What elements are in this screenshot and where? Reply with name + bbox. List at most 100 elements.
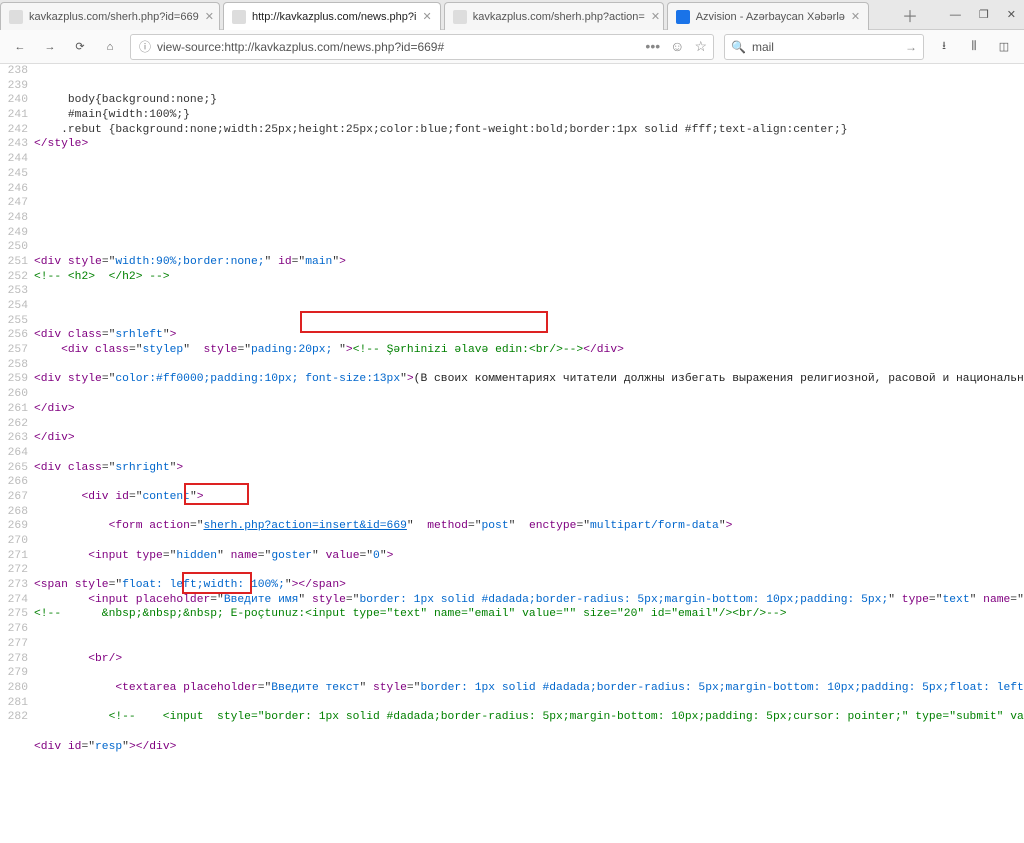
back-button[interactable]: ←: [6, 33, 34, 61]
home-button[interactable]: ⌂: [96, 33, 124, 61]
source-line[interactable]: #main{width:100%;}: [34, 108, 1016, 123]
url-bar[interactable]: ⓘ view-source:http://kavkazplus.com/news…: [130, 34, 714, 60]
forward-button[interactable]: →: [36, 33, 64, 61]
source-line[interactable]: .rebut {background:none;width:25px;heigh…: [34, 123, 1016, 138]
line-number: 268: [0, 505, 28, 520]
source-line[interactable]: [34, 211, 1016, 226]
search-bar[interactable]: 🔍 mail →: [724, 34, 924, 60]
downloads-button[interactable]: ⭳: [930, 33, 958, 61]
line-number: 274: [0, 593, 28, 608]
sidebar-button[interactable]: ◫: [990, 33, 1018, 61]
line-number: 252: [0, 270, 28, 285]
source-line[interactable]: [34, 182, 1016, 197]
source-line[interactable]: </style>: [34, 137, 1016, 152]
close-window-button[interactable]: ✕: [1007, 8, 1016, 21]
tab-label: kavkazplus.com/sherh.php?id=669: [29, 11, 199, 23]
search-go-icon[interactable]: →: [905, 40, 917, 54]
source-line[interactable]: <form action="sherh.php?action=insert&id…: [34, 519, 1016, 534]
browser-tab[interactable]: http://kavkazplus.com/news.php?i✕: [223, 2, 441, 30]
browser-tab[interactable]: kavkazplus.com/sherh.php?action=✕: [444, 2, 664, 30]
source-line[interactable]: <div class="srhleft">: [34, 328, 1016, 343]
source-line[interactable]: <input placeholder="Введите имя" style="…: [34, 593, 1016, 608]
library-button[interactable]: ⫼: [960, 33, 988, 61]
source-line[interactable]: [34, 696, 1016, 711]
source-line[interactable]: <div style="width:90%;border:none;" id="…: [34, 255, 1016, 270]
line-number: 256: [0, 328, 28, 343]
browser-tab[interactable]: Azvision - Azərbaycan Xəbərlə✕: [667, 2, 869, 30]
favicon-icon: [676, 10, 690, 24]
source-line[interactable]: [34, 446, 1016, 461]
bookmark-star-icon[interactable]: ☆: [694, 38, 707, 55]
browser-tab[interactable]: kavkazplus.com/sherh.php?id=669✕: [0, 2, 220, 30]
source-line[interactable]: body{background:none;}: [34, 93, 1016, 108]
reader-mode-icon[interactable]: ☺: [670, 38, 684, 55]
line-number: 273: [0, 578, 28, 593]
new-tab-button[interactable]: ＋: [896, 0, 924, 29]
source-line[interactable]: [34, 475, 1016, 490]
source-line[interactable]: [34, 167, 1016, 182]
tab-close-icon[interactable]: ✕: [845, 10, 860, 23]
source-line[interactable]: <!-- <input style="border: 1px solid #da…: [34, 710, 1016, 725]
source-line[interactable]: [34, 725, 1016, 740]
source-line[interactable]: [34, 358, 1016, 373]
source-line[interactable]: </div>: [34, 402, 1016, 417]
source-line[interactable]: <!-- &nbsp;&nbsp;&nbsp; E-poçtunuz:<inpu…: [34, 607, 1016, 622]
line-number: 271: [0, 549, 28, 564]
line-number: 281: [0, 696, 28, 711]
line-number: 261: [0, 402, 28, 417]
line-number: 243: [0, 137, 28, 152]
source-line[interactable]: [34, 505, 1016, 520]
view-source-pane[interactable]: 2382392402412422432442452462472482492502…: [0, 64, 1024, 843]
source-line[interactable]: </div>: [34, 431, 1016, 446]
source-line[interactable]: <div class="stylep" style="pading:20px; …: [34, 343, 1016, 358]
line-number: 276: [0, 622, 28, 637]
source-line[interactable]: <div style="color:#ff0000;padding:10px; …: [34, 372, 1016, 387]
source-line[interactable]: [34, 196, 1016, 211]
line-number: 259: [0, 372, 28, 387]
line-number: 267: [0, 490, 28, 505]
line-number: 254: [0, 299, 28, 314]
source-line[interactable]: <div class="srhright">: [34, 461, 1016, 476]
line-number: 262: [0, 417, 28, 432]
source-line[interactable]: <div id="resp"></div>: [34, 740, 1016, 755]
source-line[interactable]: [34, 284, 1016, 299]
source-line[interactable]: [34, 417, 1016, 432]
source-line[interactable]: <div id="content">: [34, 490, 1016, 505]
line-number: 278: [0, 652, 28, 667]
maximize-button[interactable]: ❐: [979, 8, 989, 21]
source-line[interactable]: [34, 226, 1016, 241]
line-number: 279: [0, 666, 28, 681]
line-number: 251: [0, 255, 28, 270]
source-line[interactable]: [34, 622, 1016, 637]
minimize-button[interactable]: —: [950, 9, 961, 21]
source-line[interactable]: <input type="hidden" name="goster" value…: [34, 549, 1016, 564]
tab-close-icon[interactable]: ✕: [645, 10, 660, 23]
source-line[interactable]: [34, 314, 1016, 329]
source-line[interactable]: [34, 534, 1016, 549]
page-actions-icon[interactable]: •••: [645, 38, 660, 55]
site-info-icon[interactable]: ⓘ: [137, 38, 153, 55]
tab-close-icon[interactable]: ✕: [199, 10, 214, 23]
reload-button[interactable]: ⟳: [66, 33, 94, 61]
line-number: 282: [0, 710, 28, 725]
line-number: 257: [0, 343, 28, 358]
source-line[interactable]: [34, 637, 1016, 652]
window-controls: — ❐ ✕: [924, 0, 1024, 29]
source-line[interactable]: [34, 152, 1016, 167]
source-code-area[interactable]: body{background:none;} #main{width:100%;…: [34, 64, 1024, 843]
source-line[interactable]: [34, 666, 1016, 681]
line-number: 241: [0, 108, 28, 123]
source-line[interactable]: [34, 299, 1016, 314]
source-line[interactable]: <br/>: [34, 652, 1016, 667]
line-number: 264: [0, 446, 28, 461]
tab-strip: kavkazplus.com/sherh.php?id=669✕http://k…: [0, 0, 1024, 30]
tab-close-icon[interactable]: ✕: [416, 10, 431, 23]
tabs-container: kavkazplus.com/sherh.php?id=669✕http://k…: [0, 0, 896, 30]
favicon-icon: [453, 10, 467, 24]
source-line[interactable]: <textarea placeholder="Введите текст" st…: [34, 681, 1016, 696]
source-line[interactable]: <span style="float: left;width: 100%;"><…: [34, 578, 1016, 593]
source-line[interactable]: [34, 240, 1016, 255]
source-line[interactable]: [34, 563, 1016, 578]
source-line[interactable]: [34, 387, 1016, 402]
source-line[interactable]: <!-- <h2> </h2> -->: [34, 270, 1016, 285]
